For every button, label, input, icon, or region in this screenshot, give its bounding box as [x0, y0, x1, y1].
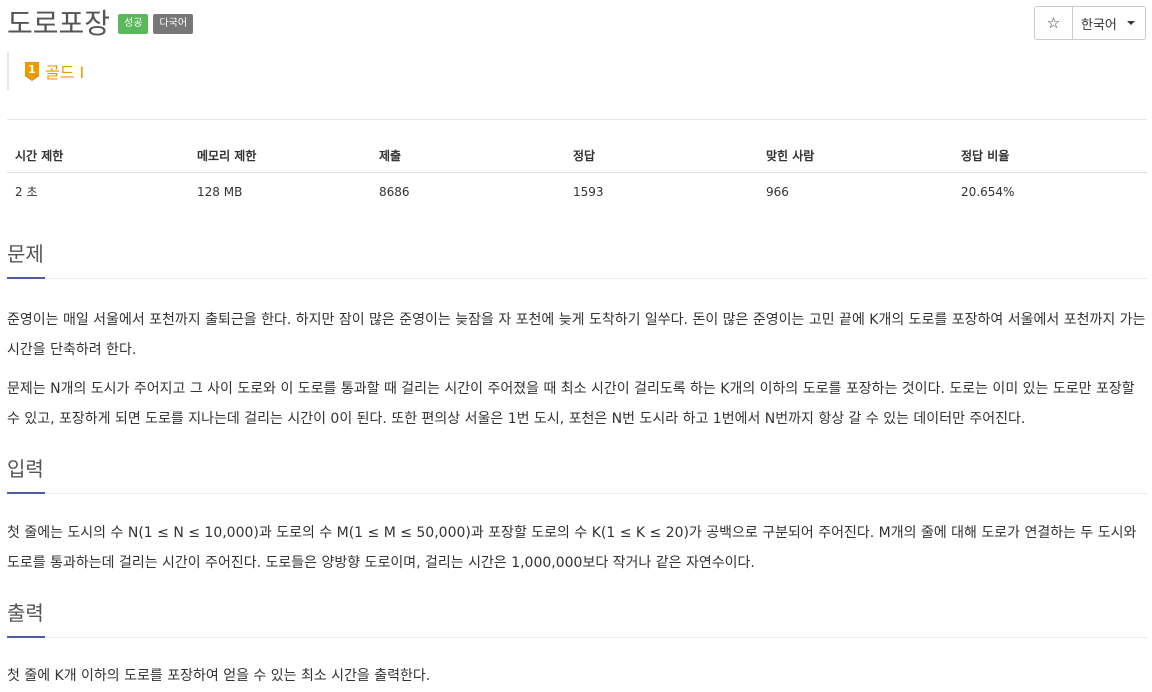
section-title-output: 출력: [7, 601, 44, 625]
accepted-value: 1593: [573, 184, 604, 199]
section-input-header: 입력: [7, 456, 1147, 494]
input-paragraph: 첫 줄에는 도시의 수 N(1 ≤ N ≤ 10,000)과 도로의 수 M(1…: [7, 525, 1137, 571]
problem-info-table: 시간 제한 메모리 제한 제출 정답 맞힌 사람 정답 비율 2 초 128 M…: [7, 139, 1147, 210]
header-submissions: 제출: [371, 139, 565, 173]
gold-tier-1-icon: 1: [24, 61, 40, 81]
section-title-input: 입력: [7, 457, 44, 481]
submissions-value: 8686: [379, 184, 410, 199]
problem-header: 도로포장 성공 다국어: [7, 4, 194, 44]
tier-block: 1 골드 I: [7, 52, 84, 90]
solved-users-value: 966: [766, 184, 789, 199]
section-title-description: 문제: [7, 242, 44, 266]
multilang-badge: 다국어: [153, 14, 194, 34]
favorite-button[interactable]: ☆: [1034, 6, 1073, 40]
language-dropdown-label: 한국어: [1081, 17, 1117, 33]
header-memory-limit: 메모리 제한: [189, 139, 371, 173]
header-solved-users: 맞힌 사람: [758, 139, 953, 173]
svg-text:1: 1: [28, 63, 36, 76]
accept-ratio-value: 20.654%: [961, 184, 1015, 199]
caret-down-icon: [1127, 21, 1135, 25]
section-divider: [7, 493, 1147, 494]
header-time-limit: 시간 제한: [7, 139, 189, 173]
section-underline: [7, 277, 45, 279]
description-paragraph: 준영이는 매일 서울에서 포천까지 출퇴근을 한다. 하지만 잠이 많은 준영이…: [7, 312, 1146, 358]
memory-limit-value: 128 MB: [197, 184, 243, 199]
star-outline-icon: ☆: [1046, 14, 1061, 32]
info-table-header-row: 시간 제한 메모리 제한 제출 정답 맞힌 사람 정답 비율: [7, 139, 1147, 173]
status-badge-success: 성공: [118, 14, 149, 34]
section-description-header: 문제: [7, 241, 1147, 279]
output-paragraph: 첫 줄에 K개 이하의 도로를 포장하여 얻을 수 있는 최소 시간을 출력한다…: [7, 668, 431, 684]
header-accept-ratio: 정답 비율: [953, 139, 1147, 173]
page-title: 도로포장: [7, 7, 111, 40]
section-divider: [7, 278, 1147, 279]
language-dropdown[interactable]: 한국어: [1073, 6, 1146, 40]
time-limit-value: 2 초: [15, 185, 38, 199]
tier-label[interactable]: 골드 I: [45, 59, 84, 83]
problem-toolbar: ☆ 한국어: [1034, 6, 1146, 40]
section-output-header: 출력: [7, 600, 1147, 638]
description-paragraph: 문제는 N개의 도시가 주어지고 그 사이 도로와 이 도로를 통과할 때 걸리…: [7, 381, 1135, 427]
header-divider: [7, 119, 1147, 120]
section-underline: [7, 492, 45, 494]
header-accepted: 정답: [565, 139, 758, 173]
section-underline: [7, 636, 45, 638]
info-table-row: 2 초 128 MB 8686 1593 966 20.654%: [7, 173, 1147, 211]
section-divider: [7, 637, 1147, 638]
